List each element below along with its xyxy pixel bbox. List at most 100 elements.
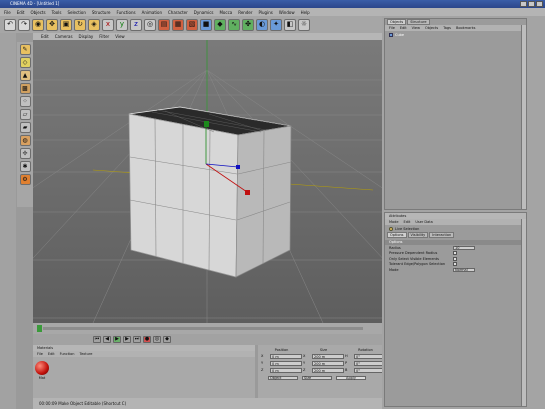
object-menu-objects[interactable]: Objects <box>425 26 438 30</box>
spline-icon[interactable]: ∿ <box>228 18 240 31</box>
record-icon[interactable]: ● <box>143 336 151 343</box>
viewport-menu-edit[interactable]: Edit <box>41 34 49 39</box>
attribute-menu-edit[interactable]: Edit <box>404 220 411 224</box>
tweak-mode-icon[interactable]: ✱ <box>19 161 31 172</box>
scene-icon[interactable]: ✦ <box>270 18 282 31</box>
ik-mode-icon[interactable]: ✢ <box>19 148 31 159</box>
object-menu-edit[interactable]: Edit <box>400 26 407 30</box>
x-axis-icon[interactable]: x <box>102 18 114 31</box>
apply-button[interactable]: Apply <box>336 376 366 380</box>
material-menu-edit[interactable]: Edit <box>48 352 55 356</box>
coord-size-mode-select[interactable]: Size <box>302 376 332 380</box>
menu-render[interactable]: Render <box>238 10 252 15</box>
step-back-icon[interactable]: ◀ <box>103 336 111 343</box>
render-settings-icon[interactable]: ▧ <box>186 18 198 31</box>
points-mode-icon[interactable]: ⁘ <box>19 96 31 107</box>
go-to-end-icon[interactable]: ⏭ <box>133 336 141 343</box>
recent-tool-icon[interactable]: ◈ <box>88 18 100 31</box>
attribute-field[interactable]: 10 <box>453 245 475 250</box>
attribute-tab-options[interactable]: Options <box>387 232 407 238</box>
coord-mode-select[interactable]: Object <box>268 376 298 380</box>
coord-value-field[interactable]: 0 m <box>270 354 302 359</box>
move-icon[interactable]: ✥ <box>46 18 58 31</box>
attribute-checkbox[interactable] <box>453 251 457 256</box>
menu-mocca[interactable]: Mocca <box>219 10 232 15</box>
make-editable-icon[interactable]: ✎ <box>19 44 31 55</box>
menu-plugins[interactable]: Plugins <box>258 10 272 15</box>
attribute-tab-interaction[interactable]: Interaction <box>429 232 455 238</box>
coord-value-field[interactable]: 200 m <box>312 361 344 366</box>
minimize-button[interactable] <box>520 1 527 7</box>
render-view-icon[interactable]: ▤ <box>158 18 170 31</box>
close-button[interactable] <box>536 1 543 7</box>
object-menu-bookmarks[interactable]: Bookmarks <box>456 26 476 30</box>
menu-window[interactable]: Window <box>279 10 295 15</box>
cube-object[interactable] <box>128 106 292 278</box>
rotate-icon[interactable]: ↻ <box>74 18 86 31</box>
coord-value-field[interactable]: 200 m <box>312 354 344 359</box>
object-menu-view[interactable]: View <box>412 26 420 30</box>
coord-value-field[interactable]: 200 m <box>312 368 344 373</box>
menu-structure[interactable]: Structure <box>92 10 111 15</box>
menu-dynamics[interactable]: Dynamics <box>194 10 214 15</box>
coord-value-field[interactable]: 0 m <box>270 368 302 373</box>
live-selection-icon[interactable]: ◉ <box>32 18 44 31</box>
menu-file[interactable]: File <box>4 10 11 15</box>
menu-character[interactable]: Character <box>168 10 188 15</box>
material-menu-texture[interactable]: Texture <box>80 352 93 356</box>
attribute-checkbox[interactable] <box>453 262 457 267</box>
timeline-playhead[interactable] <box>37 325 42 332</box>
attribute-checkbox[interactable] <box>453 256 457 261</box>
render-picture-icon[interactable]: ▦ <box>172 18 184 31</box>
menu-edit[interactable]: Edit <box>17 10 25 15</box>
nurbs-icon[interactable]: ◆ <box>214 18 226 31</box>
object-manager-scrollbar[interactable] <box>521 25 526 209</box>
object-menu-tags[interactable]: Tags <box>443 26 451 30</box>
viewport-menu-view[interactable]: View <box>115 34 125 39</box>
keyframe-icon[interactable]: ◆ <box>163 336 171 343</box>
object-tab-structure[interactable]: Structure <box>407 19 430 25</box>
cube-icon[interactable]: ■ <box>200 18 212 31</box>
edges-mode-icon[interactable]: ▱ <box>19 109 31 120</box>
z-axis-icon[interactable]: z <box>130 18 142 31</box>
menu-animation[interactable]: Animation <box>142 10 162 15</box>
attribute-tab-visibility[interactable]: Visibility <box>407 232 429 238</box>
light-icon[interactable]: ☼ <box>298 18 310 31</box>
camera-icon[interactable]: ◧ <box>284 18 296 31</box>
world-coordinates-icon[interactable]: ◎ <box>144 18 156 31</box>
menu-functions[interactable]: Functions <box>116 10 135 15</box>
play-icon[interactable]: ▶ <box>113 336 121 343</box>
attribute-select[interactable]: Normal <box>453 267 475 272</box>
model-mode-icon[interactable]: ◇ <box>19 57 31 68</box>
object-row[interactable]: Cube <box>385 32 526 38</box>
object-tab-objects[interactable]: Objects <box>387 19 407 25</box>
menu-selection[interactable]: Selection <box>67 10 85 15</box>
viewport-menu-filter[interactable]: Filter <box>99 34 109 39</box>
attribute-menu-user-data[interactable]: User Data <box>415 220 432 224</box>
timeline[interactable] <box>33 323 382 334</box>
maximize-button[interactable] <box>528 1 535 7</box>
deformer-icon[interactable]: ◐ <box>256 18 268 31</box>
snap-icon[interactable]: ⚙ <box>19 174 31 185</box>
redo-icon[interactable]: ↷ <box>18 18 30 31</box>
go-to-start-icon[interactable]: ⏮ <box>93 336 101 343</box>
material-menu-function[interactable]: Function <box>60 352 75 356</box>
attribute-manager-scrollbar[interactable] <box>521 219 526 406</box>
array-icon[interactable]: ✤ <box>242 18 254 31</box>
y-axis-icon[interactable]: y <box>116 18 128 31</box>
animation-mode-icon[interactable]: ◍ <box>19 135 31 146</box>
3d-viewport[interactable] <box>33 40 382 323</box>
scale-icon[interactable]: ▣ <box>60 18 72 31</box>
menu-help[interactable]: Help <box>301 10 310 15</box>
viewport-menu-display[interactable]: Display <box>79 34 94 39</box>
object-mode-icon[interactable]: ▲ <box>19 70 31 81</box>
polygons-mode-icon[interactable]: ▰ <box>19 122 31 133</box>
undo-icon[interactable]: ↶ <box>4 18 16 31</box>
material-item[interactable]: Mat <box>35 361 49 380</box>
viewport-menu-cameras[interactable]: Cameras <box>55 34 73 39</box>
coord-value-field[interactable]: 0 m <box>270 361 302 366</box>
step-forward-icon[interactable]: ▶ <box>123 336 131 343</box>
object-menu-file[interactable]: File <box>389 26 395 30</box>
menu-tools[interactable]: Tools <box>52 10 62 15</box>
attribute-menu-mode[interactable]: Mode <box>389 220 399 224</box>
